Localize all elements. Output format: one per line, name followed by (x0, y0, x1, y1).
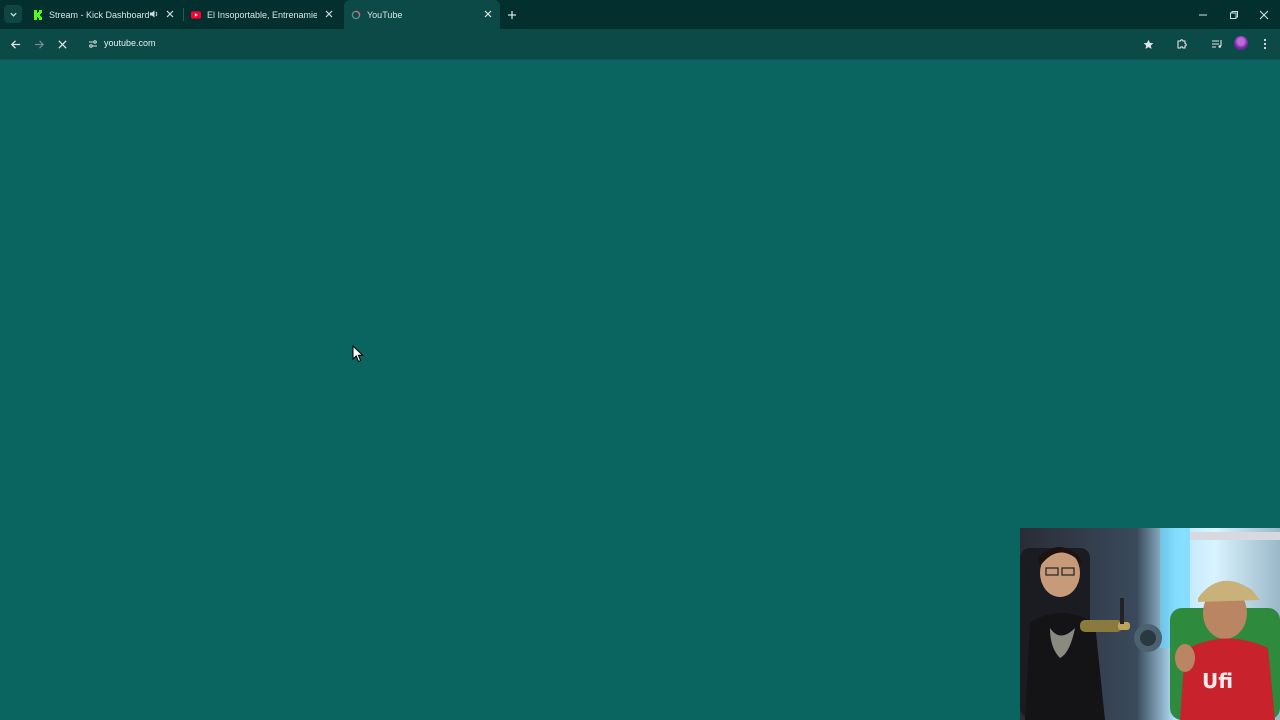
site-info-icon[interactable] (86, 37, 100, 51)
forward-button[interactable] (31, 36, 47, 52)
more-menu-icon (1263, 38, 1267, 50)
new-tab-button[interactable] (504, 7, 519, 22)
bookmark-button[interactable] (1140, 36, 1156, 52)
loading-spinner-icon (351, 10, 361, 20)
svg-text:Ufi: Ufi (1202, 669, 1233, 693)
youtube-logo-icon (191, 10, 201, 20)
url-text: youtube.com (104, 38, 156, 48)
tab-close-icon[interactable] (164, 8, 176, 20)
close-icon (1259, 10, 1269, 19)
tab-title: El Insoportable, Entrenamiento (207, 9, 317, 20)
tab-strip: Stream - Kick Dashboard El Insoportable,… (0, 0, 1280, 30)
restore-button[interactable] (1218, 0, 1250, 29)
mouse-cursor-icon (352, 345, 364, 363)
browser-toolbar: youtube.com (0, 29, 1280, 60)
back-button[interactable] (7, 36, 23, 52)
speaker-icon[interactable] (148, 8, 160, 20)
address-bar[interactable]: youtube.com (80, 33, 1162, 55)
close-window-button[interactable] (1248, 0, 1280, 29)
tab-separator (183, 8, 184, 21)
tab-close-icon[interactable] (323, 8, 335, 20)
back-icon (10, 39, 20, 49)
restore-icon (1230, 10, 1238, 19)
media-controls-icon (1212, 40, 1222, 48)
media-controls-button[interactable] (1209, 36, 1225, 52)
chevron-down-icon (9, 12, 17, 17)
stop-loading-icon (57, 39, 67, 49)
bookmark-star-icon (1143, 39, 1153, 49)
forward-icon (34, 39, 44, 49)
webcam-overlay: Ufi (1020, 528, 1280, 720)
stop-loading-button[interactable] (54, 36, 70, 52)
extensions-button[interactable] (1174, 36, 1190, 52)
profile-avatar[interactable] (1234, 36, 1248, 50)
kick-logo-icon (33, 9, 43, 20)
tab-title: YouTube (367, 10, 403, 20)
more-menu-button[interactable] (1257, 36, 1273, 52)
tab-close-icon[interactable] (482, 8, 494, 20)
tab-kick-dashboard[interactable]: Stream - Kick Dashboard (26, 0, 182, 29)
minimize-icon (1199, 14, 1207, 15)
tab-youtube[interactable]: YouTube (344, 0, 500, 30)
tab-search-button[interactable] (4, 5, 22, 23)
webcam-video: Ufi (1020, 528, 1280, 720)
plus-icon (507, 10, 516, 19)
extensions-icon (1177, 39, 1187, 49)
tab-el-insoportable[interactable]: El Insoportable, Entrenamiento (185, 0, 341, 29)
tab-title: Stream - Kick Dashboard (49, 9, 150, 20)
minimize-button[interactable] (1187, 0, 1219, 29)
